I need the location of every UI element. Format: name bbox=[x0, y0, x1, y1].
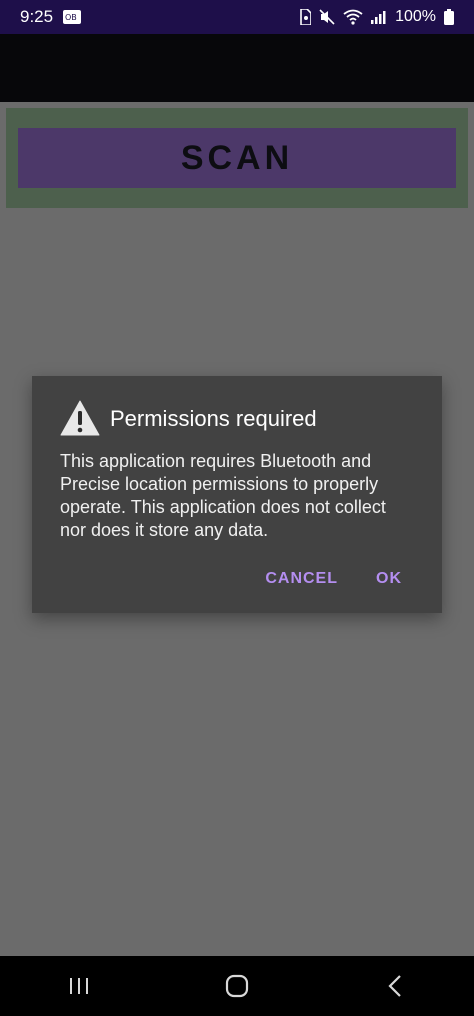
status-left: 9:25 OB bbox=[20, 7, 82, 27]
signal-icon bbox=[371, 10, 387, 24]
ok-button[interactable]: OK bbox=[376, 570, 402, 588]
permissions-dialog: Permissions required This application re… bbox=[32, 376, 442, 613]
warning-icon bbox=[60, 400, 100, 436]
svg-text:OB: OB bbox=[65, 13, 77, 22]
notification-icon: OB bbox=[63, 10, 82, 24]
battery-icon bbox=[444, 9, 454, 25]
scan-frame: SCAN bbox=[6, 108, 468, 208]
status-bar: 9:25 OB 100% bbox=[0, 0, 474, 34]
home-button[interactable] bbox=[207, 956, 267, 1016]
scan-button[interactable]: SCAN bbox=[18, 128, 456, 188]
back-button[interactable] bbox=[365, 956, 425, 1016]
wifi-icon bbox=[343, 9, 363, 25]
recent-apps-button[interactable] bbox=[49, 956, 109, 1016]
navigation-bar bbox=[0, 956, 474, 1016]
dialog-title: Permissions required bbox=[110, 406, 317, 431]
status-right: 100% bbox=[299, 8, 454, 26]
status-time: 9:25 bbox=[20, 7, 54, 26]
mute-icon bbox=[319, 9, 335, 25]
sim-icon bbox=[299, 9, 312, 25]
back-icon bbox=[387, 974, 403, 998]
battery-percentage: 100% bbox=[395, 8, 436, 25]
app-bar bbox=[0, 34, 474, 102]
dialog-header: Permissions required bbox=[60, 400, 416, 436]
cancel-button[interactable]: CANCEL bbox=[265, 570, 338, 588]
recent-apps-icon bbox=[68, 976, 90, 996]
dialog-actions: CANCEL OK bbox=[265, 570, 402, 588]
home-icon bbox=[225, 974, 249, 998]
dialog-message: This application requires Bluetooth and … bbox=[60, 451, 386, 540]
